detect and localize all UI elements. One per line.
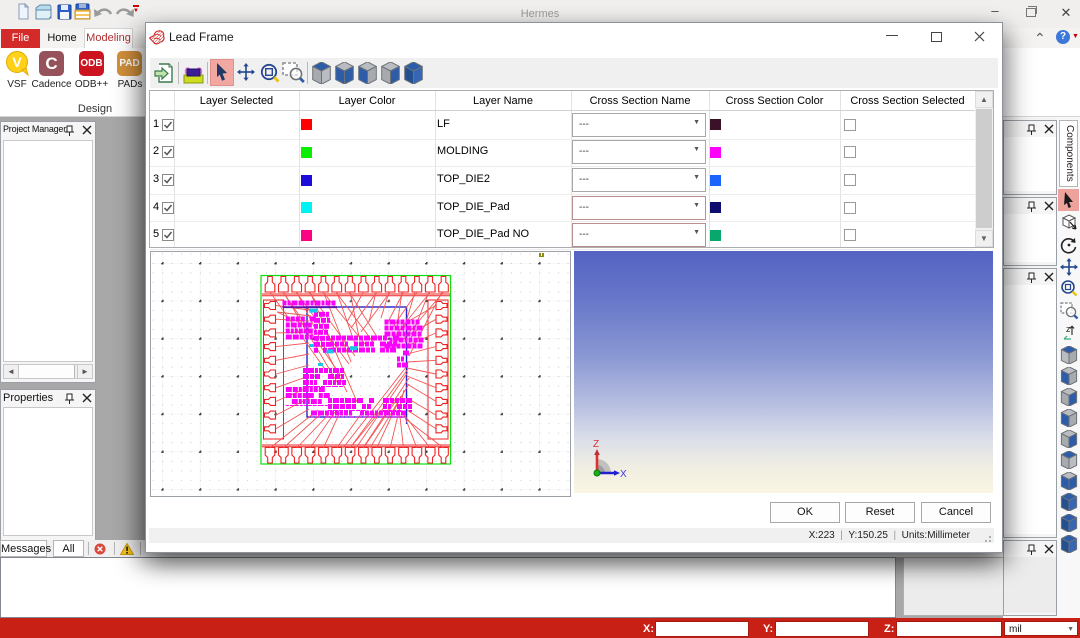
svg-text:X: X (620, 469, 627, 480)
svg-text:Z: Z (593, 439, 599, 450)
svg-text:V: V (12, 54, 22, 70)
svg-text:z: z (1066, 324, 1071, 334)
